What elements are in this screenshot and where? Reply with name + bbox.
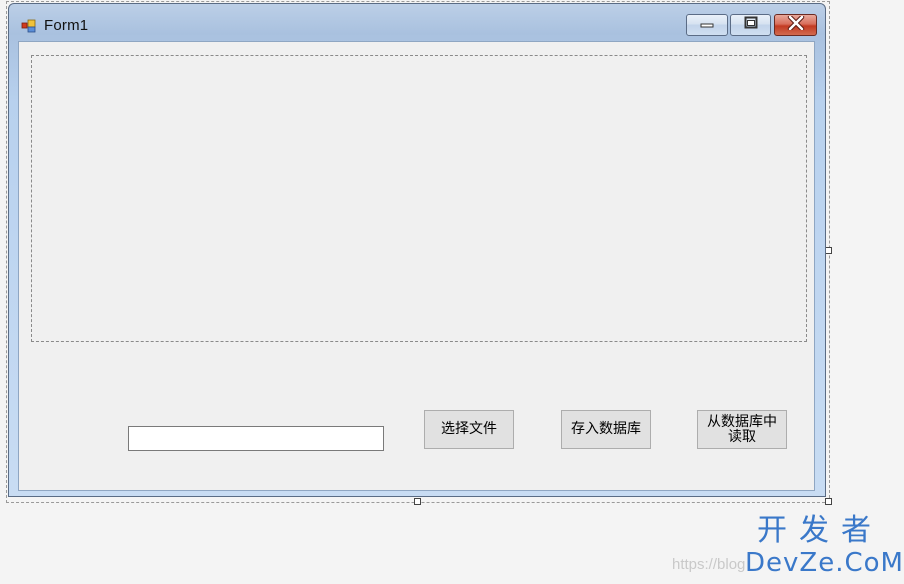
form-window: Form1 选择文件 存入数据库 从数据库中 读取 (8, 3, 826, 497)
form-client-area: 选择文件 存入数据库 从数据库中 读取 (18, 41, 815, 491)
select-file-button[interactable]: 选择文件 (424, 410, 514, 449)
close-icon (787, 14, 805, 35)
minimize-button[interactable] (686, 14, 728, 36)
minimize-icon (699, 16, 715, 34)
resize-handle-right[interactable] (825, 247, 832, 254)
read-from-database-label: 从数据库中 读取 (707, 413, 777, 445)
read-from-database-label-line1: 从数据库中 (707, 413, 777, 430)
read-from-database-button[interactable]: 从数据库中 读取 (697, 410, 787, 449)
save-to-database-label: 存入数据库 (571, 421, 641, 437)
save-to-database-button[interactable]: 存入数据库 (561, 410, 651, 449)
resize-handle-bottom[interactable] (414, 498, 421, 505)
watermark-url: https://blog (672, 556, 746, 573)
watermark-logo-cn: 开发者 (757, 513, 883, 548)
maximize-icon (743, 16, 759, 35)
picture-box (31, 55, 807, 342)
title-bar[interactable]: Form1 (9, 4, 825, 42)
file-path-input[interactable] (128, 426, 384, 451)
form-app-icon (21, 18, 37, 34)
watermark-logo-en: DevZe.CoM (745, 548, 904, 578)
read-from-database-label-line2: 读取 (728, 428, 756, 445)
window-title: Form1 (44, 17, 89, 34)
close-button[interactable] (774, 14, 817, 36)
maximize-button[interactable] (730, 14, 771, 36)
resize-handle-corner[interactable] (825, 498, 832, 505)
watermark-logo: 开发者 DevZe.CoM (745, 513, 904, 579)
select-file-label: 选择文件 (441, 421, 497, 437)
